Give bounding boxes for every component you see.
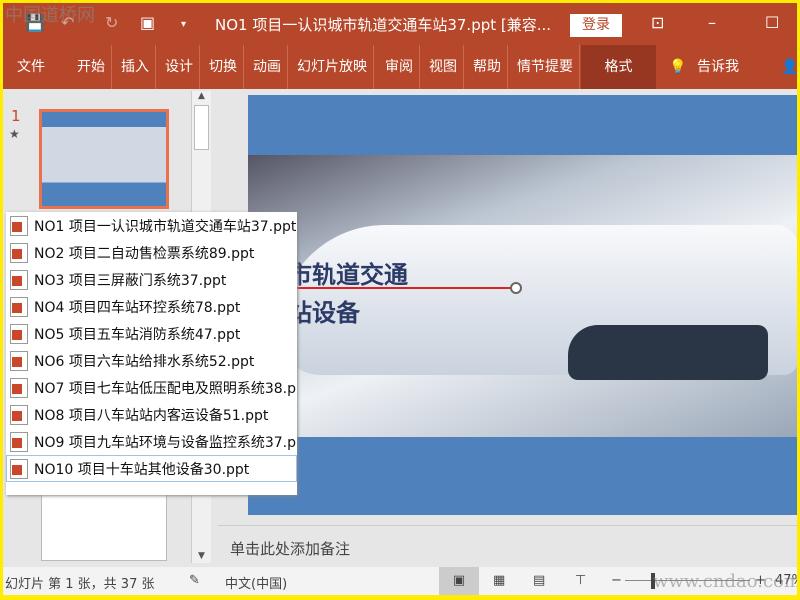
recent-file-item[interactable]: NO5 项目五车站消防系统47.ppt: [6, 320, 297, 347]
ppt-file-icon: [10, 296, 28, 317]
animation-star-icon: ★: [9, 127, 20, 141]
file-name: NO2 项目二自动售检票系统89.ppt: [34, 245, 255, 262]
tab-design[interactable]: 设计: [159, 45, 200, 89]
file-name: NO5 项目五车站消防系统47.ppt: [34, 326, 241, 343]
slide-number: 1: [11, 107, 21, 125]
tab-slideshow[interactable]: 幻灯片放映: [291, 45, 374, 89]
scroll-up-icon[interactable]: ▲: [192, 91, 211, 101]
watermark-bottom-right: www.cndao.com: [653, 571, 797, 592]
tab-transitions[interactable]: 切换: [203, 45, 244, 89]
window-title: NO1 项目一认识城市轨道交通车站37.ppt [兼容...: [215, 16, 552, 34]
tab-review[interactable]: 审阅: [379, 45, 420, 89]
tab-format[interactable]: 格式: [581, 45, 656, 89]
title-bar: 💾 ↶ ↻ ▣ ▾ NO1 项目一认识城市轨道交通车站37.ppt [兼容...…: [3, 3, 797, 45]
ppt-file-icon: [10, 458, 28, 479]
redo-icon[interactable]: ↻: [105, 13, 118, 32]
notes-toggle-icon[interactable]: ✎: [189, 573, 200, 588]
ppt-file-icon: [10, 350, 28, 371]
ppt-file-icon: [10, 431, 28, 452]
file-name: NO8 项目八车站站内客运设备51.ppt: [34, 407, 269, 424]
normal-view-icon[interactable]: ▣: [439, 567, 479, 595]
customize-quick-access-icon[interactable]: ▾: [181, 19, 186, 30]
slide-title-line2: 站设备: [288, 298, 360, 327]
ppt-file-icon: [10, 215, 28, 236]
ribbon-tabs: 文件 开始 插入 设计 切换 动画 幻灯片放映 审阅 视图 帮助 情节提要 格式…: [3, 45, 797, 89]
watermark-top-left: 中国道桥网: [5, 5, 95, 26]
reading-view-icon[interactable]: ▤: [533, 573, 545, 588]
recent-file-item[interactable]: NO3 项目三屏蔽门系统37.ppt: [6, 266, 297, 293]
scroll-thumb[interactable]: [194, 105, 209, 150]
ppt-file-icon: [10, 242, 28, 263]
tab-animations[interactable]: 动画: [247, 45, 288, 89]
minimize-icon[interactable]: –: [708, 13, 716, 32]
recent-file-item[interactable]: NO1 项目一认识城市轨道交通车站37.ppt: [6, 212, 297, 239]
recent-file-item[interactable]: NO10 项目十车站其他设备30.ppt: [6, 455, 297, 482]
recent-file-item[interactable]: NO8 项目八车站站内客运设备51.ppt: [6, 401, 297, 428]
ribbon-display-options-icon[interactable]: ⊡: [651, 13, 664, 32]
notes-pane[interactable]: 单击此处添加备注: [218, 525, 797, 565]
recent-file-item[interactable]: NO6 项目六车站给排水系统52.ppt: [6, 347, 297, 374]
ppt-file-icon: [10, 323, 28, 344]
tab-file[interactable]: 文件: [11, 45, 51, 89]
lightbulb-icon: 💡: [669, 59, 687, 75]
ppt-file-icon: [10, 377, 28, 398]
file-name: NO7 项目七车站低压配电及照明系统38.ppt: [34, 380, 297, 397]
account-icon[interactable]: 👤: [775, 45, 797, 89]
slide-thumbnail-1[interactable]: [39, 109, 169, 209]
recent-file-item[interactable]: NO2 项目二自动售检票系统89.ppt: [6, 239, 297, 266]
slideshow-icon[interactable]: ▣: [140, 13, 155, 32]
tab-home[interactable]: 开始: [71, 45, 112, 89]
slide-sorter-icon[interactable]: ▦: [493, 573, 505, 588]
rotation-handle[interactable]: [510, 282, 522, 294]
file-name: NO3 项目三屏蔽门系统37.ppt: [34, 272, 227, 289]
language-indicator[interactable]: 中文(中国): [225, 573, 287, 592]
recent-file-item[interactable]: NO7 项目七车站低压配电及照明系统38.ppt: [6, 374, 297, 401]
recent-file-item[interactable]: NO4 项目四车站环控系统78.ppt: [6, 293, 297, 320]
ppt-file-icon: [10, 269, 28, 290]
slide-thumbnail-2[interactable]: [41, 491, 167, 561]
tell-me-search[interactable]: 告诉我: [691, 45, 745, 89]
maximize-icon[interactable]: ☐: [765, 13, 779, 32]
slide-title-line1: 市轨道交通: [288, 260, 408, 289]
login-button[interactable]: 登录: [570, 14, 622, 37]
notes-placeholder: 单击此处添加备注: [230, 540, 351, 558]
file-name: NO10 项目十车站其他设备30.ppt: [34, 461, 250, 478]
slide-info: 幻灯片 第 1 张，共 37 张: [5, 577, 155, 592]
tab-storyboarding[interactable]: 情节提要: [511, 45, 580, 89]
powerpoint-window: 💾 ↶ ↻ ▣ ▾ NO1 项目一认识城市轨道交通车站37.ppt [兼容...…: [3, 3, 797, 595]
file-name: NO4 项目四车站环控系统78.ppt: [34, 299, 241, 316]
ppt-file-icon: [10, 404, 28, 425]
slide-canvas[interactable]: 市轨道交通 站设备: [248, 95, 797, 515]
zoom-out-icon[interactable]: −: [611, 573, 622, 588]
tab-view[interactable]: 视图: [423, 45, 464, 89]
tab-help[interactable]: 帮助: [467, 45, 508, 89]
recent-file-item[interactable]: NO9 项目九车站环境与设备监控系统37.ppt: [6, 428, 297, 455]
file-name: NO9 项目九车站环境与设备监控系统37.ppt: [34, 434, 297, 451]
slideshow-view-icon[interactable]: ⊤: [575, 573, 586, 588]
file-name: NO6 项目六车站给排水系统52.ppt: [34, 353, 255, 370]
train-photo: 市轨道交通 站设备: [248, 155, 797, 437]
scroll-down-icon[interactable]: ▼: [192, 551, 211, 561]
recent-files-list: NO1 项目一认识城市轨道交通车站37.ppt NO2 项目二自动售检票系统89.…: [6, 212, 297, 495]
tab-insert[interactable]: 插入: [115, 45, 156, 89]
file-name: NO1 项目一认识城市轨道交通车站37.ppt: [34, 218, 297, 235]
